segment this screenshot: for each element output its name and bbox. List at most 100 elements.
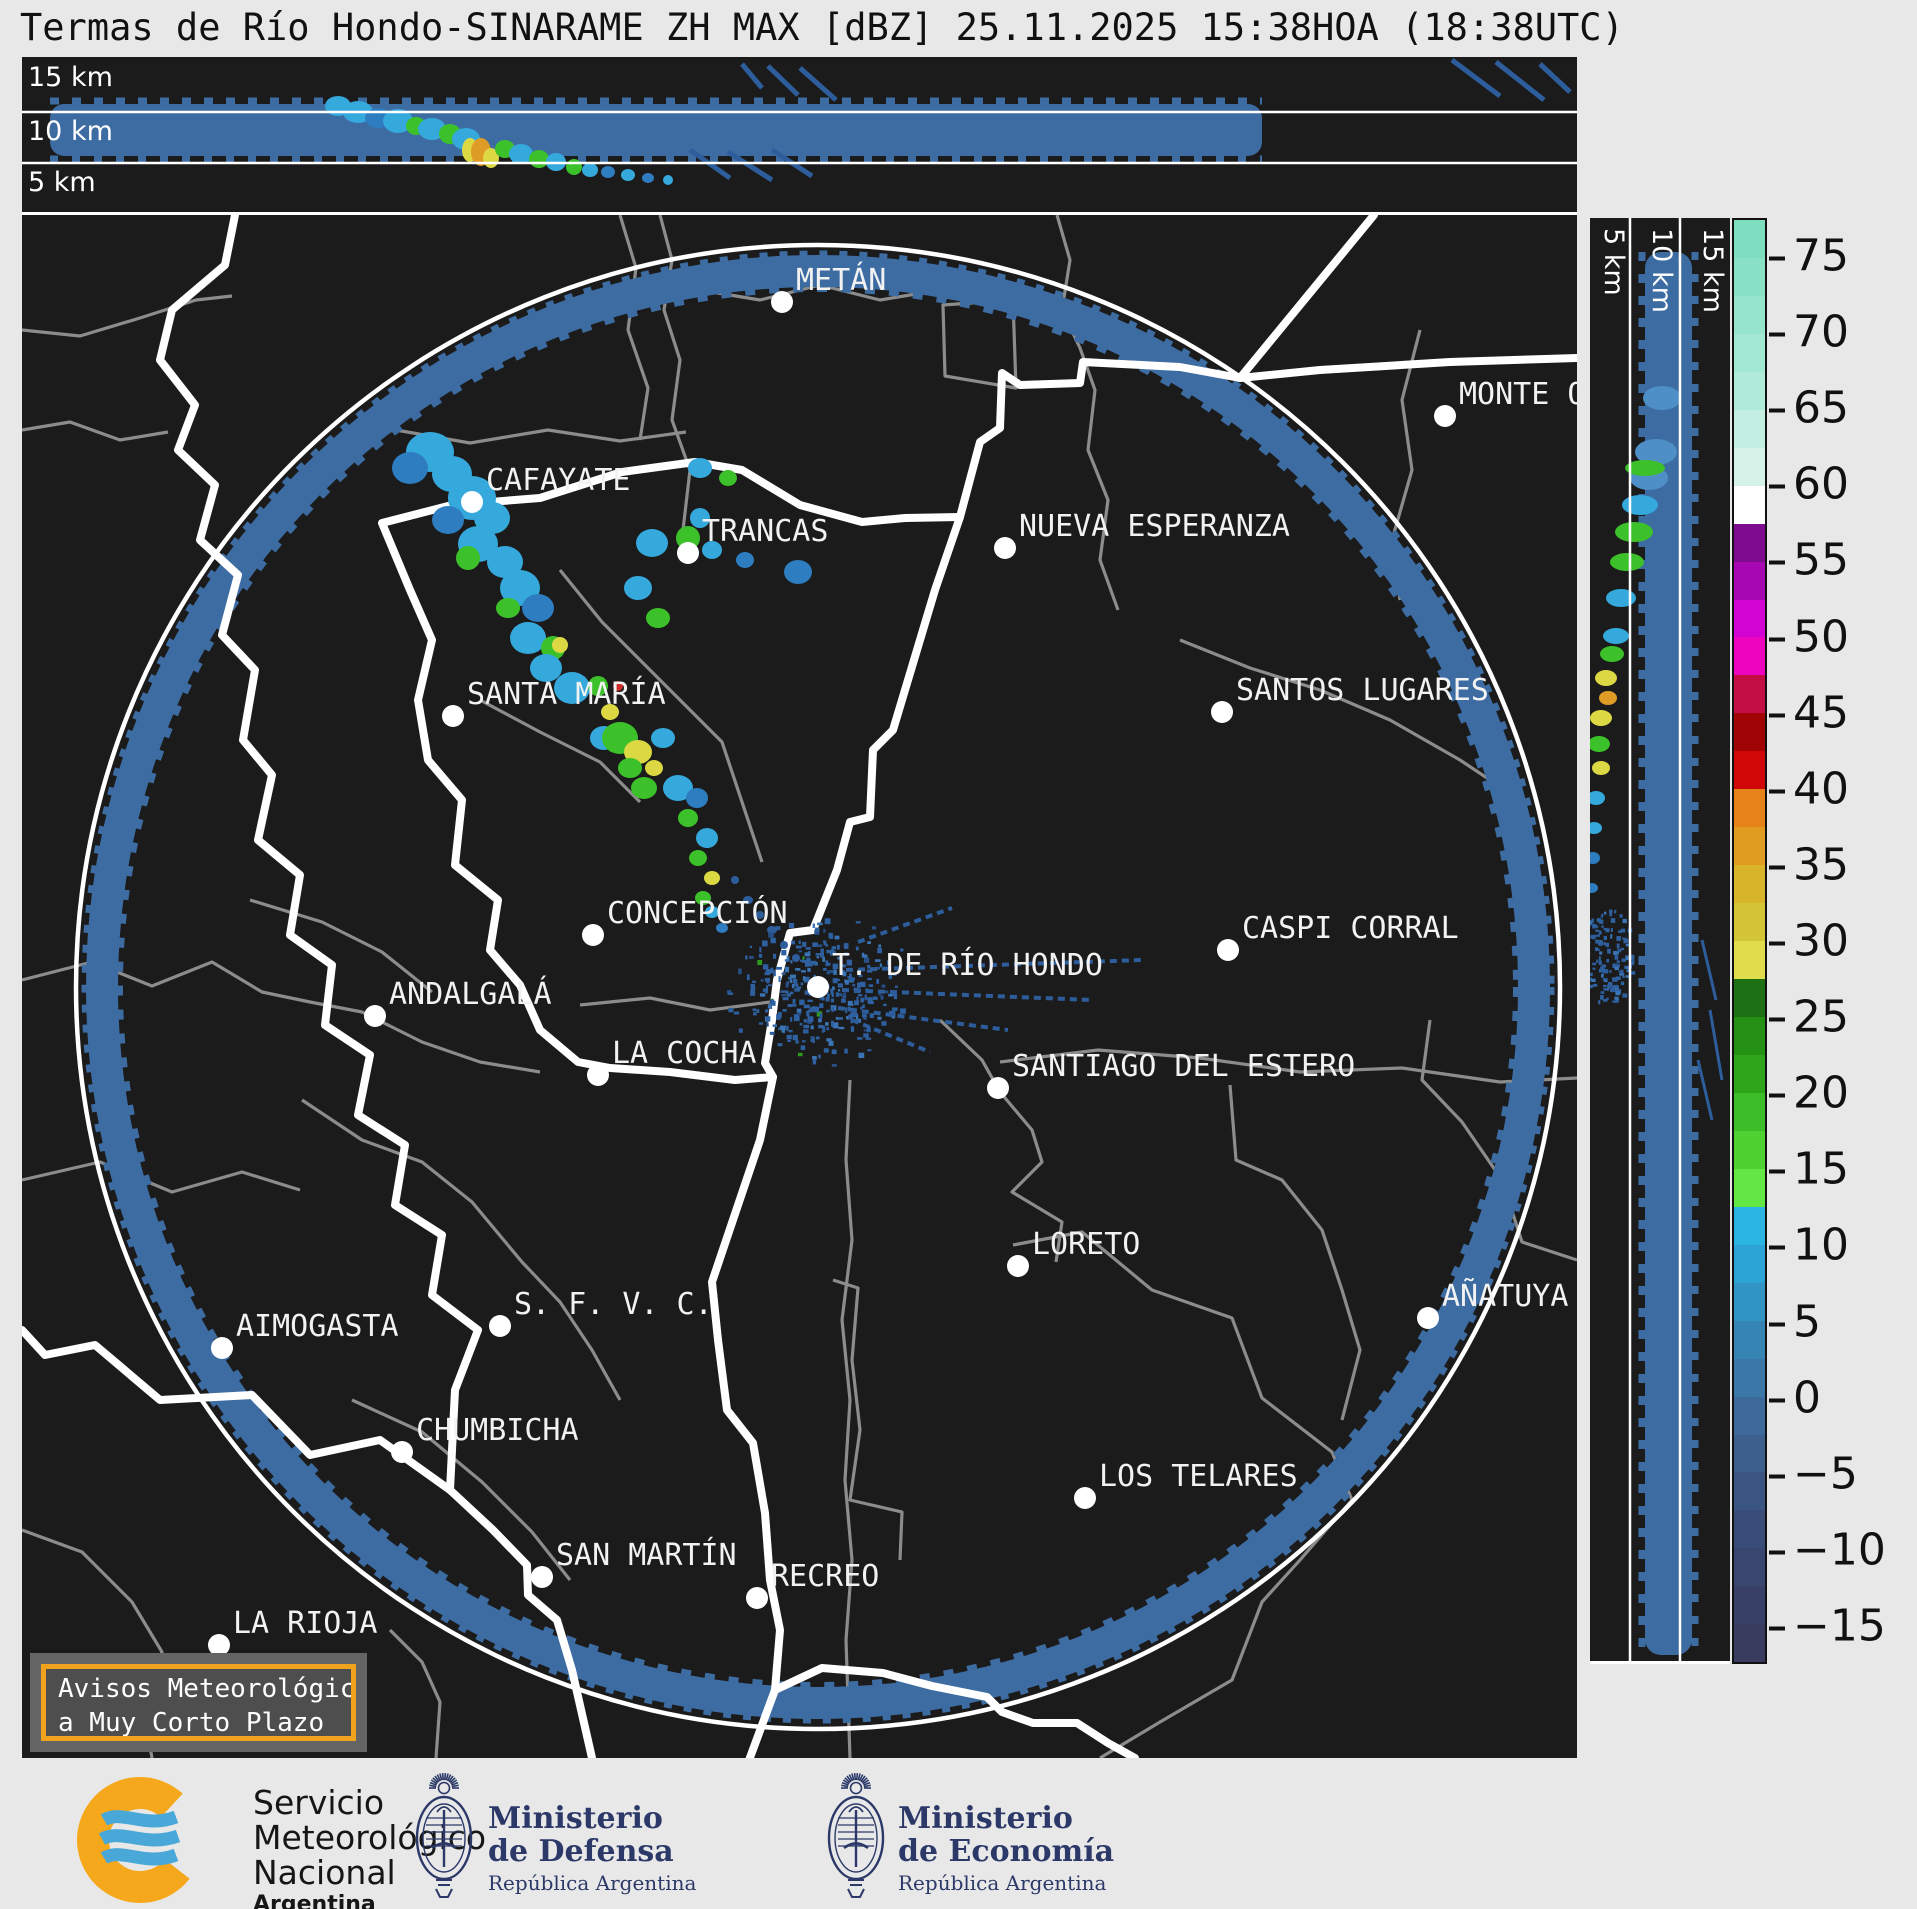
clutter-speckle	[1592, 962, 1597, 966]
colorbar-segment	[1734, 1244, 1765, 1283]
clutter-speckle	[791, 983, 795, 989]
clutter-speckle	[745, 955, 748, 960]
profile-echo	[1590, 822, 1602, 834]
clutter-speckle	[899, 1008, 906, 1014]
clutter-speckle	[892, 1007, 898, 1011]
colorbar-tick-mark	[1769, 1626, 1785, 1631]
clutter-speckle	[858, 1052, 865, 1059]
clutter-speckle	[1620, 981, 1625, 986]
clutter-speckle	[1616, 936, 1621, 941]
clutter-speckle	[825, 960, 829, 967]
profile-echo	[1590, 883, 1598, 893]
colorbar-segment	[1734, 409, 1765, 448]
clutter-speckle	[1603, 911, 1607, 915]
clutter-speckle	[812, 1058, 817, 1065]
clutter-speckle	[1620, 928, 1626, 933]
top-profile-10km-label: 10 km	[28, 116, 113, 147]
profile-echo	[1592, 761, 1610, 775]
colorbar-segment	[1734, 1472, 1765, 1511]
clutter-speckle	[810, 960, 817, 965]
ministerio-economia-text: Ministerio de Economía República Argenti…	[898, 1802, 1114, 1895]
clutter-speckle	[789, 991, 794, 995]
colorbar-segment	[1734, 827, 1765, 866]
city-label: CAFAYATE	[486, 463, 631, 498]
city-dot	[987, 1077, 1009, 1099]
clutter-speckle	[848, 1014, 853, 1020]
clutter-speckle	[835, 992, 840, 997]
colorbar-tick-mark	[1769, 637, 1785, 642]
city-dot	[1417, 1307, 1439, 1329]
top-altitude-profile-panel-art	[22, 58, 1577, 185]
clutter-speckle	[781, 949, 787, 956]
clutter-speckle	[1603, 928, 1608, 931]
colorbar-segment	[1734, 1548, 1765, 1587]
clutter-speckle	[781, 994, 787, 997]
clutter-speckle	[822, 967, 827, 971]
colorbar-segment	[1734, 371, 1765, 410]
colorbar-segment	[1734, 751, 1765, 790]
profile-echo	[1590, 710, 1612, 726]
clutter-speckle	[752, 980, 757, 983]
colorbar-tick-mark	[1769, 1093, 1785, 1098]
economia-line2: de Economía	[898, 1834, 1115, 1869]
clutter-speckle	[1619, 973, 1625, 976]
clutter-speckle	[752, 1008, 757, 1012]
clutter-speckle	[781, 972, 786, 975]
alerts-box[interactable]: Avisos Meteorológicos a Muy Corto Plazo	[30, 1653, 367, 1752]
clutter-speckle	[1622, 993, 1628, 998]
clutter-speckle	[1621, 958, 1626, 962]
clutter-speckle	[798, 940, 801, 944]
profile-echo	[1615, 522, 1653, 542]
clutter-speckle	[1590, 923, 1592, 927]
colorbar-tick-mark	[1769, 1017, 1785, 1022]
clutter-speckle	[782, 997, 789, 1001]
clutter-speckle	[850, 1026, 855, 1032]
colorbar-tick-label: 5	[1769, 1296, 1821, 1347]
clutter-speckle	[790, 974, 797, 979]
clutter-speckle	[1616, 960, 1620, 964]
department-border	[1228, 1084, 1362, 1421]
clutter-speckle	[826, 949, 832, 954]
department-border	[22, 294, 233, 338]
clutter-speckle	[812, 942, 818, 947]
echo-streak	[1494, 60, 1546, 102]
colorbar-tick-mark	[1769, 560, 1785, 565]
radar-echo	[792, 954, 800, 962]
clutter-speckle	[857, 994, 863, 997]
clutter-speckle	[771, 999, 775, 1002]
city-dot	[1074, 1487, 1096, 1509]
clutter-speckle	[760, 979, 764, 982]
alerts-box-inner: Avisos Meteorológicos a Muy Corto Plazo	[41, 1664, 356, 1741]
clutter-speckle	[764, 989, 768, 994]
city-label: SANTA MARÍA	[467, 676, 666, 712]
clutter-speckle	[800, 982, 804, 986]
radar-echo	[651, 728, 675, 748]
radar-echo	[731, 876, 739, 884]
city-label: T. DE RÍO HONDO	[832, 947, 1103, 983]
clutter-speckle	[792, 979, 798, 984]
colorbar-segment	[1734, 485, 1765, 524]
clutter-speckle	[883, 1003, 887, 1007]
colorbar-tick-label: 10	[1769, 1220, 1849, 1271]
colorbar-tick-label: 0	[1769, 1372, 1821, 1423]
clutter-speckle	[825, 1022, 829, 1026]
clutter-speckle	[1606, 997, 1609, 1000]
city-dot	[364, 1005, 386, 1027]
profile-echo	[1590, 736, 1610, 752]
echo-streak	[766, 64, 800, 97]
colorbar-tick-mark	[1769, 1322, 1785, 1327]
colorbar-segment	[1734, 1358, 1765, 1397]
city-label: AÑATUYA	[1442, 1278, 1568, 1314]
economia-line3: República Argentina	[898, 1871, 1107, 1895]
echo-streak	[1538, 62, 1572, 94]
clutter-speckle	[777, 1043, 783, 1047]
radar-echo	[624, 576, 652, 600]
clutter-speckle	[807, 967, 811, 972]
profile-echo	[1643, 386, 1681, 410]
city-label: NUEVA ESPERANZA	[1019, 509, 1290, 544]
clutter-speckle	[837, 1017, 843, 1020]
clutter-speckle	[802, 941, 807, 947]
colorbar-segment	[1734, 447, 1765, 486]
clutter-speckle	[1591, 978, 1596, 982]
city-label: METÁN	[796, 262, 886, 298]
